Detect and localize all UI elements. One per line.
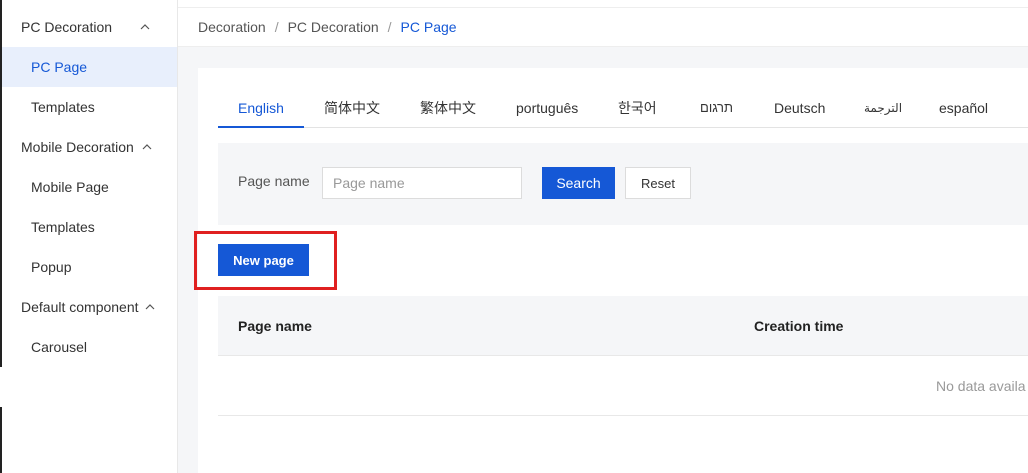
content-panel: English 简体中文 繁体中文 português 한국어 תרגום De… xyxy=(198,68,1028,473)
table-body: No data availa xyxy=(218,356,1028,416)
sidebar-group-label: Default component xyxy=(21,299,139,315)
active-tab-indicator xyxy=(218,126,304,128)
sidebar-item-mobile-page[interactable]: Mobile Page xyxy=(0,167,177,207)
column-header-creation-time: Creation time xyxy=(754,318,844,334)
new-page-button[interactable]: New page xyxy=(218,244,309,276)
tab-hebrew[interactable]: תרגום xyxy=(700,88,733,128)
tab-traditional-chinese[interactable]: 繁体中文 xyxy=(420,88,476,128)
sidebar: PC Decoration PC Page Templates Mobile D… xyxy=(0,0,178,473)
sidebar-item-label: Popup xyxy=(31,259,72,275)
tab-spanish[interactable]: español xyxy=(939,88,988,128)
search-button[interactable]: Search xyxy=(542,167,615,199)
tab-english[interactable]: English xyxy=(238,88,284,128)
tab-portuguese[interactable]: português xyxy=(516,88,578,128)
sidebar-item-label: Carousel xyxy=(31,339,88,355)
column-header-page-name: Page name xyxy=(238,318,312,334)
main-content: Decoration / PC Decoration / PC Page Eng… xyxy=(178,0,1028,473)
tab-arabic[interactable]: الترجمة xyxy=(864,88,902,128)
tab-korean[interactable]: 한국어 xyxy=(618,88,657,128)
breadcrumb-separator: / xyxy=(274,19,279,35)
breadcrumb-item-decoration[interactable]: Decoration xyxy=(198,19,266,35)
sidebar-group-label: Mobile Decoration xyxy=(21,139,134,155)
page-name-label: Page name xyxy=(238,173,310,189)
sidebar-item-label: Templates xyxy=(31,99,95,115)
table-header: Page name Creation time xyxy=(218,296,1028,356)
reset-button[interactable]: Reset xyxy=(625,167,691,199)
page-name-input[interactable] xyxy=(322,167,522,199)
chevron-up-icon xyxy=(140,24,150,30)
sidebar-group-pc-decoration[interactable]: PC Decoration xyxy=(0,7,177,47)
language-tabs: English 简体中文 繁体中文 português 한국어 תרגום De… xyxy=(218,88,1028,128)
top-strip xyxy=(178,0,1028,7)
window-edge xyxy=(0,407,2,473)
sidebar-item-carousel[interactable]: Carousel xyxy=(0,327,177,367)
tab-simplified-chinese[interactable]: 简体中文 xyxy=(324,88,380,128)
sidebar-item-label: Templates xyxy=(31,219,95,235)
breadcrumb: Decoration / PC Decoration / PC Page xyxy=(178,7,1028,47)
sidebar-item-pc-templates[interactable]: Templates xyxy=(0,87,177,127)
sidebar-item-popup[interactable]: Popup xyxy=(0,247,177,287)
chevron-up-icon xyxy=(145,304,155,310)
sidebar-item-label: Mobile Page xyxy=(31,179,109,195)
sidebar-item-pc-page[interactable]: PC Page xyxy=(0,47,177,87)
sidebar-group-mobile-decoration[interactable]: Mobile Decoration xyxy=(0,127,177,167)
sidebar-group-label: PC Decoration xyxy=(21,19,113,35)
sidebar-group-default-component[interactable]: Default component xyxy=(0,287,177,327)
sidebar-item-mobile-templates[interactable]: Templates xyxy=(0,207,177,247)
breadcrumb-item-pc-decoration[interactable]: PC Decoration xyxy=(288,19,379,35)
search-form: Page name Search Reset xyxy=(218,143,1028,225)
breadcrumb-item-pc-page: PC Page xyxy=(400,19,457,35)
tab-german[interactable]: Deutsch xyxy=(774,88,825,128)
empty-state-text: No data availa xyxy=(936,378,1026,394)
chevron-up-icon xyxy=(142,144,152,150)
sidebar-item-label: PC Page xyxy=(31,59,88,75)
window-edge xyxy=(0,0,2,367)
breadcrumb-separator: / xyxy=(387,19,392,35)
